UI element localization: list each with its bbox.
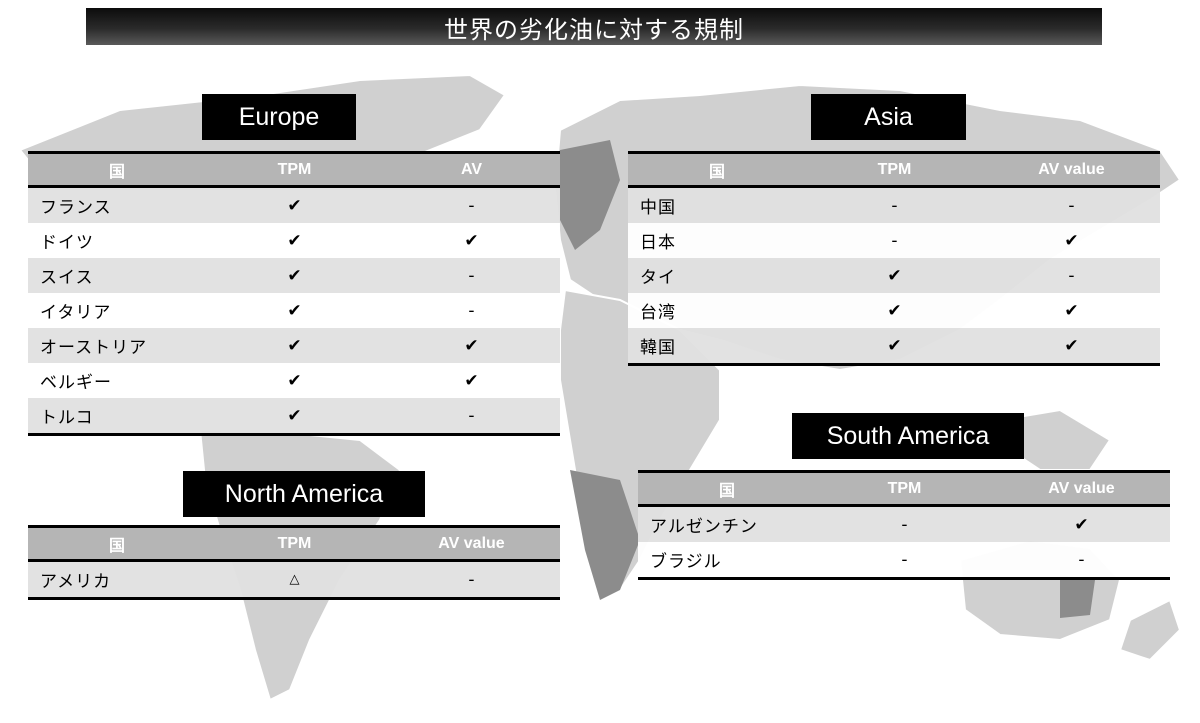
tpm-cell: - <box>816 505 993 542</box>
table-row: フランス ✔ - <box>28 186 560 223</box>
table-row: ブラジル - - <box>638 542 1170 580</box>
tpm-cell: ✔ <box>206 186 383 223</box>
table-row: トルコ ✔ - <box>28 398 560 436</box>
tpm-cell: △ <box>206 560 383 600</box>
table-row: 中国 - - <box>628 186 1160 223</box>
table-row: タイ ✔ - <box>628 258 1160 293</box>
table-row: アルゼンチン - ✔ <box>638 505 1170 542</box>
table-row: 韓国 ✔ ✔ <box>628 328 1160 366</box>
region-label-south-america: South America <box>792 413 1024 459</box>
country-cell: アルゼンチン <box>638 505 816 542</box>
av-cell: ✔ <box>983 293 1160 328</box>
tpm-cell: ✔ <box>206 363 383 398</box>
column-header-tpm: TPM <box>816 470 993 507</box>
column-header-av-value: AV value <box>383 525 560 562</box>
country-cell: 中国 <box>628 186 806 223</box>
av-cell: ✔ <box>383 363 560 398</box>
north-america-table: 国 TPM AV value アメリカ △ - <box>28 525 560 600</box>
av-cell: - <box>983 258 1160 293</box>
column-header-tpm: TPM <box>806 151 983 188</box>
table-row: ドイツ ✔ ✔ <box>28 223 560 258</box>
av-cell: ✔ <box>383 223 560 258</box>
tpm-cell: ✔ <box>206 223 383 258</box>
column-header-country: 国 <box>638 470 816 507</box>
country-cell: 台湾 <box>628 293 806 328</box>
tpm-cell: ✔ <box>206 258 383 293</box>
column-header-av-value: AV value <box>993 470 1170 507</box>
page-title: 世界の劣化油に対する規制 <box>86 8 1102 45</box>
tpm-cell: ✔ <box>206 293 383 328</box>
europe-table: 国 TPM AV フランス ✔ - ドイツ ✔ ✔ スイス ✔ - イタリア ✔… <box>28 151 560 436</box>
country-cell: タイ <box>628 258 806 293</box>
country-cell: フランス <box>28 186 206 223</box>
column-header-av-value: AV value <box>983 151 1160 188</box>
region-label-north-america: North America <box>183 471 425 517</box>
tpm-cell: ✔ <box>806 293 983 328</box>
av-cell: - <box>993 542 1170 580</box>
tpm-cell-muted: ✔ <box>806 328 983 366</box>
country-cell: トルコ <box>28 398 206 436</box>
country-cell: イタリア <box>28 293 206 328</box>
tpm-cell: - <box>806 223 983 258</box>
tpm-cell: ✔ <box>206 328 383 363</box>
column-header-country: 国 <box>628 151 806 188</box>
table-row: イタリア ✔ - <box>28 293 560 328</box>
column-header-tpm: TPM <box>206 525 383 562</box>
av-cell: - <box>383 560 560 600</box>
tpm-cell: - <box>816 542 993 580</box>
column-header-tpm: TPM <box>206 151 383 188</box>
country-cell: スイス <box>28 258 206 293</box>
country-cell: ブラジル <box>638 542 816 580</box>
region-label-europe: Europe <box>202 94 356 140</box>
table-row: アメリカ △ - <box>28 560 560 600</box>
asia-table: 国 TPM AV value 中国 - - 日本 - ✔ タイ ✔ - 台湾 ✔… <box>628 151 1160 366</box>
country-cell: ベルギー <box>28 363 206 398</box>
tpm-cell: ✔ <box>806 258 983 293</box>
table-row: スイス ✔ - <box>28 258 560 293</box>
table-row: 日本 - ✔ <box>628 223 1160 258</box>
column-header-country: 国 <box>28 151 206 188</box>
tpm-cell: - <box>806 186 983 223</box>
region-label-asia: Asia <box>811 94 966 140</box>
av-cell: - <box>383 398 560 436</box>
av-cell: ✔ <box>983 328 1160 366</box>
column-header-country: 国 <box>28 525 206 562</box>
av-cell: - <box>383 258 560 293</box>
av-cell: - <box>983 186 1160 223</box>
country-cell: アメリカ <box>28 560 206 600</box>
country-cell: 韓国 <box>628 328 806 366</box>
av-cell: ✔ <box>993 505 1170 542</box>
av-cell: ✔ <box>983 223 1160 258</box>
table-row: ベルギー ✔ ✔ <box>28 363 560 398</box>
country-cell: 日本 <box>628 223 806 258</box>
column-header-av: AV <box>383 151 560 188</box>
table-row: オーストリア ✔ ✔ <box>28 328 560 363</box>
av-cell: ✔ <box>383 328 560 363</box>
table-row: 台湾 ✔ ✔ <box>628 293 1160 328</box>
south-america-table: 国 TPM AV value アルゼンチン - ✔ ブラジル - - <box>638 470 1170 580</box>
country-cell: オーストリア <box>28 328 206 363</box>
av-cell: - <box>383 293 560 328</box>
country-cell: ドイツ <box>28 223 206 258</box>
tpm-cell: ✔ <box>206 398 383 436</box>
av-cell: - <box>383 186 560 223</box>
